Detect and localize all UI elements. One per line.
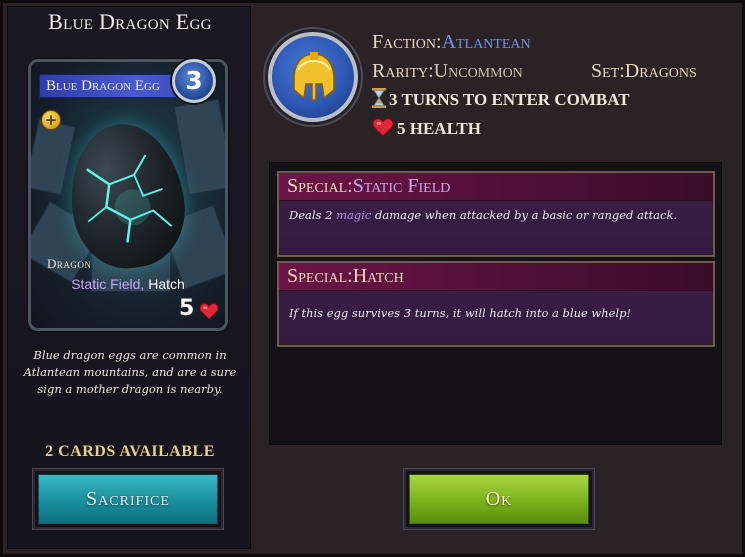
set-value: Dragons: [624, 60, 697, 82]
magic-keyword[interactable]: magic: [336, 208, 371, 222]
ability-description: Deals 2 magic damage when attacked by a …: [279, 201, 713, 223]
plus-icon: +: [41, 110, 61, 130]
rarity-info: Rarity:Uncommon: [372, 60, 523, 82]
ability-description: If this egg survives 3 turns, it will ha…: [289, 306, 632, 320]
ability-prefix: Special:: [287, 175, 353, 197]
ability-name: Static Field: [352, 175, 451, 197]
ability-header: Special:Static Field: [279, 173, 713, 201]
faction-value[interactable]: Atlantean: [442, 31, 531, 53]
card-description: Blue dragon eggs are common in Atlantean…: [23, 348, 237, 396]
health-info: 5 HEALTH: [372, 117, 481, 140]
ability-desc-text: Deals 2: [289, 208, 337, 222]
rarity-value: Uncommon: [433, 60, 523, 82]
sacrifice-button[interactable]: Sacrifice: [38, 474, 218, 524]
card-cost-badge: 3: [172, 59, 216, 103]
card-type: Dragon: [47, 256, 92, 271]
card-ability-static-field: Static Field,: [71, 276, 145, 292]
ok-button-frame: Ok: [403, 468, 595, 530]
faction-label: Faction:: [372, 31, 442, 53]
ability-name: Hatch: [352, 265, 404, 287]
health-value: 5 HEALTH: [397, 119, 481, 138]
turns-info: 3 TURNS TO ENTER COMBAT: [372, 88, 630, 111]
ability-hatch[interactable]: Special:Hatch If this egg survives 3 tur…: [277, 261, 715, 347]
faction-emblem: [268, 32, 358, 122]
ability-static-field[interactable]: Special:Static Field Deals 2 magic damag…: [277, 171, 715, 257]
set-info: Set:Dragons: [591, 60, 697, 82]
dragon-egg-art: [61, 116, 193, 276]
turns-to-combat: 3 TURNS TO ENTER COMBAT: [389, 90, 630, 109]
ability-prefix: Special:: [287, 265, 353, 287]
card-ability-hatch: Hatch: [144, 276, 185, 292]
heart-icon: [372, 118, 394, 137]
card-abilities: Static Field, Hatch: [31, 276, 225, 292]
set-label: Set:: [591, 60, 625, 82]
cards-available-count: 2 CARDS AVAILABLE: [45, 443, 215, 460]
abilities-panel: Special:Static Field Deals 2 magic damag…: [269, 162, 722, 445]
hourglass-icon: [372, 88, 386, 108]
ok-button[interactable]: Ok: [409, 474, 589, 524]
rarity-label: Rarity:: [372, 60, 434, 82]
faction-info: Faction:Atlantean: [372, 31, 531, 53]
heart-icon: [199, 303, 219, 320]
golden-helmet-icon: [293, 52, 335, 101]
sacrifice-button-frame: Sacrifice: [32, 468, 224, 530]
card-health-value: 5: [179, 296, 195, 321]
ability-header: Special:Hatch: [279, 263, 713, 291]
ability-desc-text: damage when attacked by a basic or range…: [371, 208, 678, 222]
card-title: Blue Dragon Egg: [48, 9, 212, 34]
